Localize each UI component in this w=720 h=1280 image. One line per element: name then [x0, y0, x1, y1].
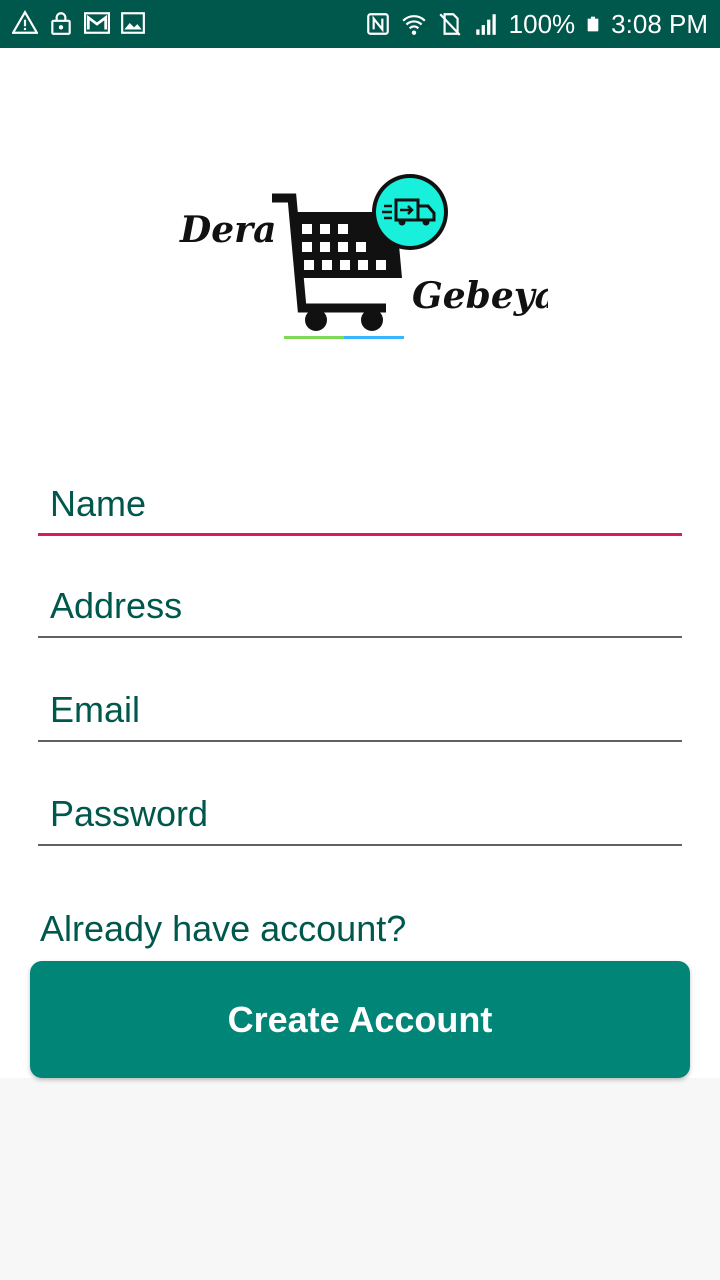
app-logo: Dera Gebeya	[179, 174, 548, 339]
name-input[interactable]	[38, 476, 682, 532]
status-right: 100% 3:08 PM	[365, 8, 708, 40]
address-input[interactable]	[38, 578, 682, 634]
email-underline	[38, 740, 682, 742]
password-underline	[38, 844, 682, 846]
address-field	[38, 578, 682, 638]
battery-percent: 100%	[508, 9, 576, 39]
image-icon	[121, 12, 145, 34]
email-input[interactable]	[38, 682, 682, 738]
password-field	[38, 786, 682, 846]
logo-text-dera: Dera	[179, 209, 276, 251]
logo-text-gebeya: Gebeya	[412, 275, 548, 317]
status-left-icons	[12, 10, 146, 36]
password-input[interactable]	[38, 786, 682, 842]
email-field	[38, 682, 682, 742]
delivery-truck-icon	[372, 174, 448, 250]
no-sim-icon	[439, 13, 461, 36]
status-bar: 100% 3:08 PM	[0, 0, 720, 48]
battery-icon	[587, 16, 599, 32]
login-link[interactable]: Already have account?	[40, 908, 406, 950]
signal-icon	[475, 14, 496, 35]
status-time: 3:08 PM	[611, 9, 708, 39]
create-account-button[interactable]: Create Account	[30, 961, 690, 1078]
signup-screen: Dera Gebeya Name Address Email Already h…	[0, 48, 720, 1078]
lock-icon	[51, 12, 71, 35]
nfc-icon	[366, 13, 389, 35]
address-underline	[38, 636, 682, 638]
name-underline	[38, 533, 682, 536]
gmail-icon	[84, 12, 110, 34]
warning-icon	[12, 10, 38, 34]
wifi-icon	[402, 15, 426, 35]
name-field	[38, 476, 682, 536]
